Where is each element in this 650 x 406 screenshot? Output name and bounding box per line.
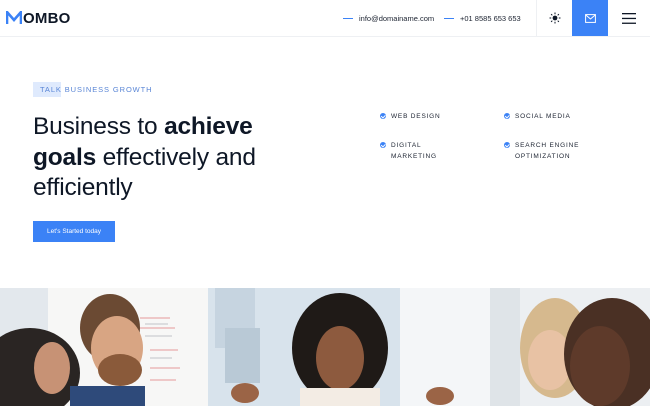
mail-icon	[584, 13, 596, 23]
hero-headline: Business to achieve goals effectively an…	[33, 112, 333, 204]
feature-label: SEARCH ENGINE OPTIMIZATION	[515, 142, 580, 160]
email-dash	[343, 17, 353, 19]
feature-label: WEB DESIGN	[391, 113, 441, 120]
site-header: OMBO info@domainame.com +01 8585 653 653	[0, 0, 650, 37]
phone-text: +01 8585 653 653	[460, 13, 521, 23]
check-icon	[504, 142, 510, 148]
feature-web-design: WEB DESIGN	[380, 111, 441, 122]
meeting-illustration	[0, 288, 650, 406]
sun-icon	[549, 12, 560, 24]
logo-mark-icon	[6, 11, 22, 24]
theme-toggle-button[interactable]	[537, 0, 572, 36]
mail-button[interactable]	[572, 0, 608, 36]
check-icon	[380, 142, 386, 148]
headline-bold2: goals	[33, 143, 96, 171]
header-email[interactable]: info@domainame.com	[343, 0, 434, 36]
feature-seo: SEARCH ENGINE OPTIMIZATION	[504, 140, 584, 162]
check-icon	[504, 113, 510, 119]
phone-dash	[444, 17, 454, 19]
hamburger-menu-button[interactable]	[608, 0, 650, 36]
feature-social-media: SOCIAL MEDIA	[504, 111, 571, 122]
headline-bold1: achieve	[164, 113, 253, 140]
check-icon	[380, 113, 386, 119]
headline-part1: Business to	[33, 113, 165, 140]
logo-text: OMBO	[23, 9, 71, 27]
get-started-button[interactable]: Let's Started today	[33, 221, 115, 242]
feature-digital-marketing: DIGITAL MARKETING	[380, 140, 450, 162]
team-meeting-photo	[0, 288, 650, 406]
hamburger-menu-icon	[622, 12, 636, 24]
header-phone[interactable]: +01 8585 653 653	[444, 0, 521, 36]
email-text: info@domainame.com	[359, 13, 435, 23]
logo[interactable]: OMBO	[6, 9, 70, 27]
hero-tag: TALK BUSINESS GROWTH	[33, 82, 160, 97]
feature-label: SOCIAL MEDIA	[515, 113, 571, 120]
feature-label: DIGITAL MARKETING	[391, 142, 437, 160]
